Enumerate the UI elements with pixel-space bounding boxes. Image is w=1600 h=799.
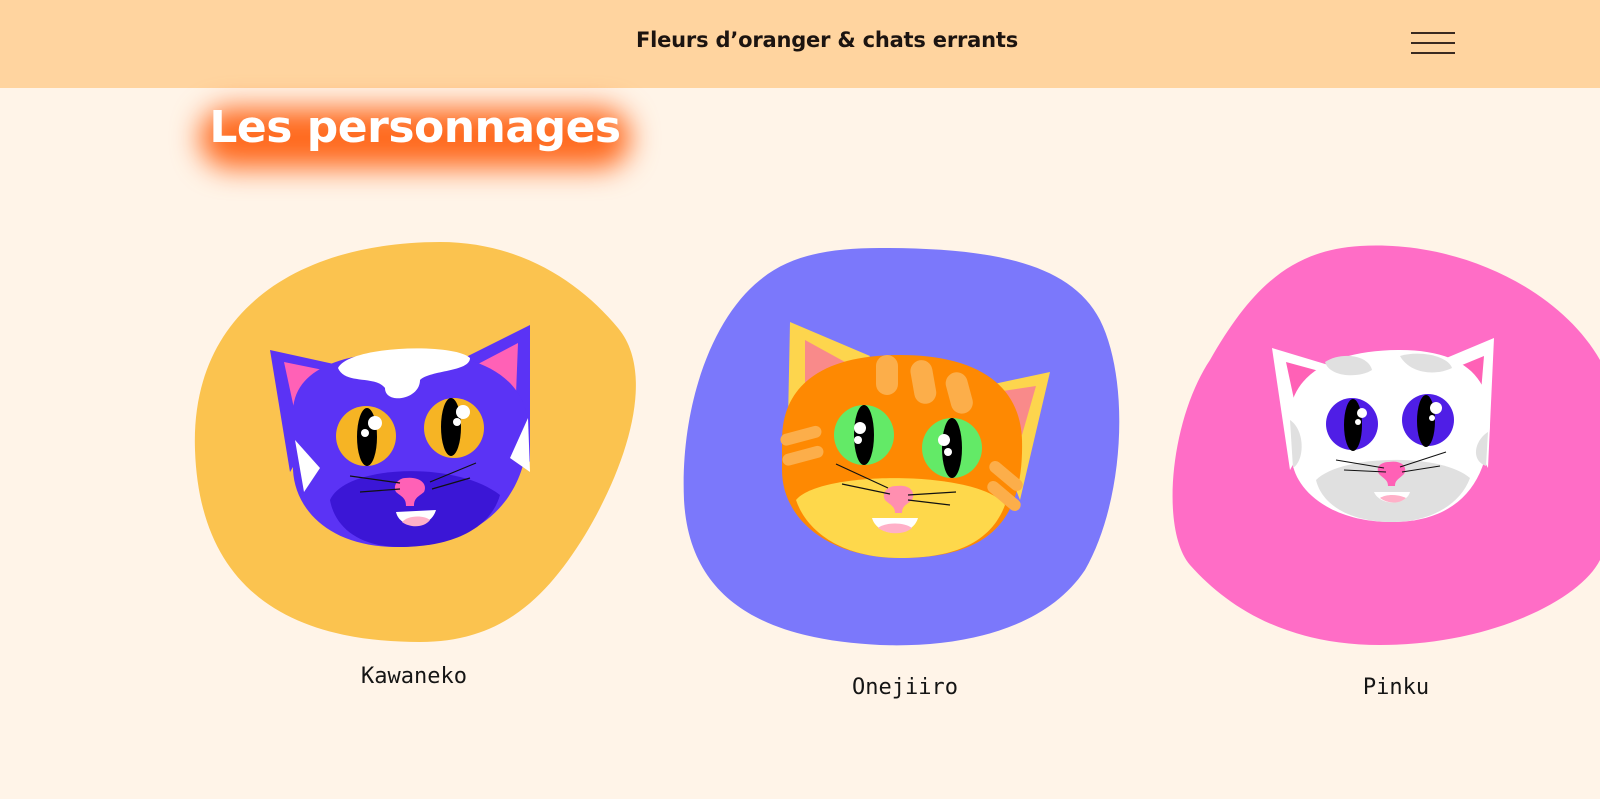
pinku-illustration xyxy=(1172,245,1600,645)
character-name[interactable]: Pinku xyxy=(1246,675,1546,700)
